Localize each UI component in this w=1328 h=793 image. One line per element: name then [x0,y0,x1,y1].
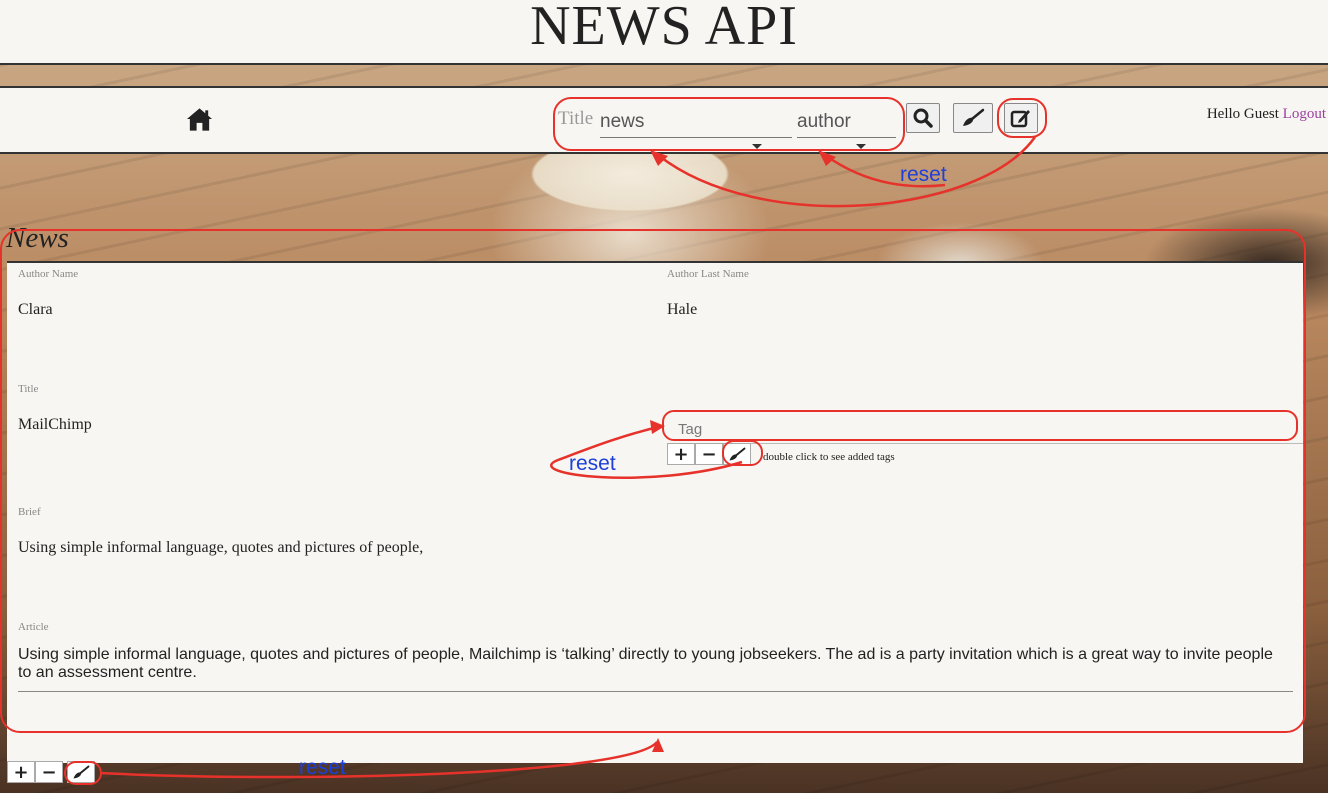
broom-icon [963,108,985,126]
remove-news-button[interactable]: − [35,761,63,783]
annotation-tag-outline [662,410,1298,441]
logout-link[interactable]: Logout [1283,106,1326,122]
add-news-button[interactable]: + [7,761,35,783]
annotation-edit-outline [997,98,1047,138]
annotation-form-outline [0,229,1306,733]
annotation-reset-bottom: reset [299,756,346,779]
annotation-tag-reset-outline [722,440,763,466]
annotation-reset-top: reset [900,163,947,186]
search-icon [913,108,933,128]
greeting-text: Hello Guest [1206,106,1279,122]
clear-button[interactable] [953,103,993,133]
site-header: NEWS API [0,0,1328,65]
annotation-search-outline [553,97,905,151]
annotation-bottom-reset-outline [64,761,102,785]
annotation-reset-tag: reset [569,452,616,475]
home-icon[interactable] [186,107,213,132]
site-title: NEWS API [530,0,798,57]
user-greeting: Hello Guest Logout [1207,106,1326,123]
search-button[interactable] [906,103,940,133]
